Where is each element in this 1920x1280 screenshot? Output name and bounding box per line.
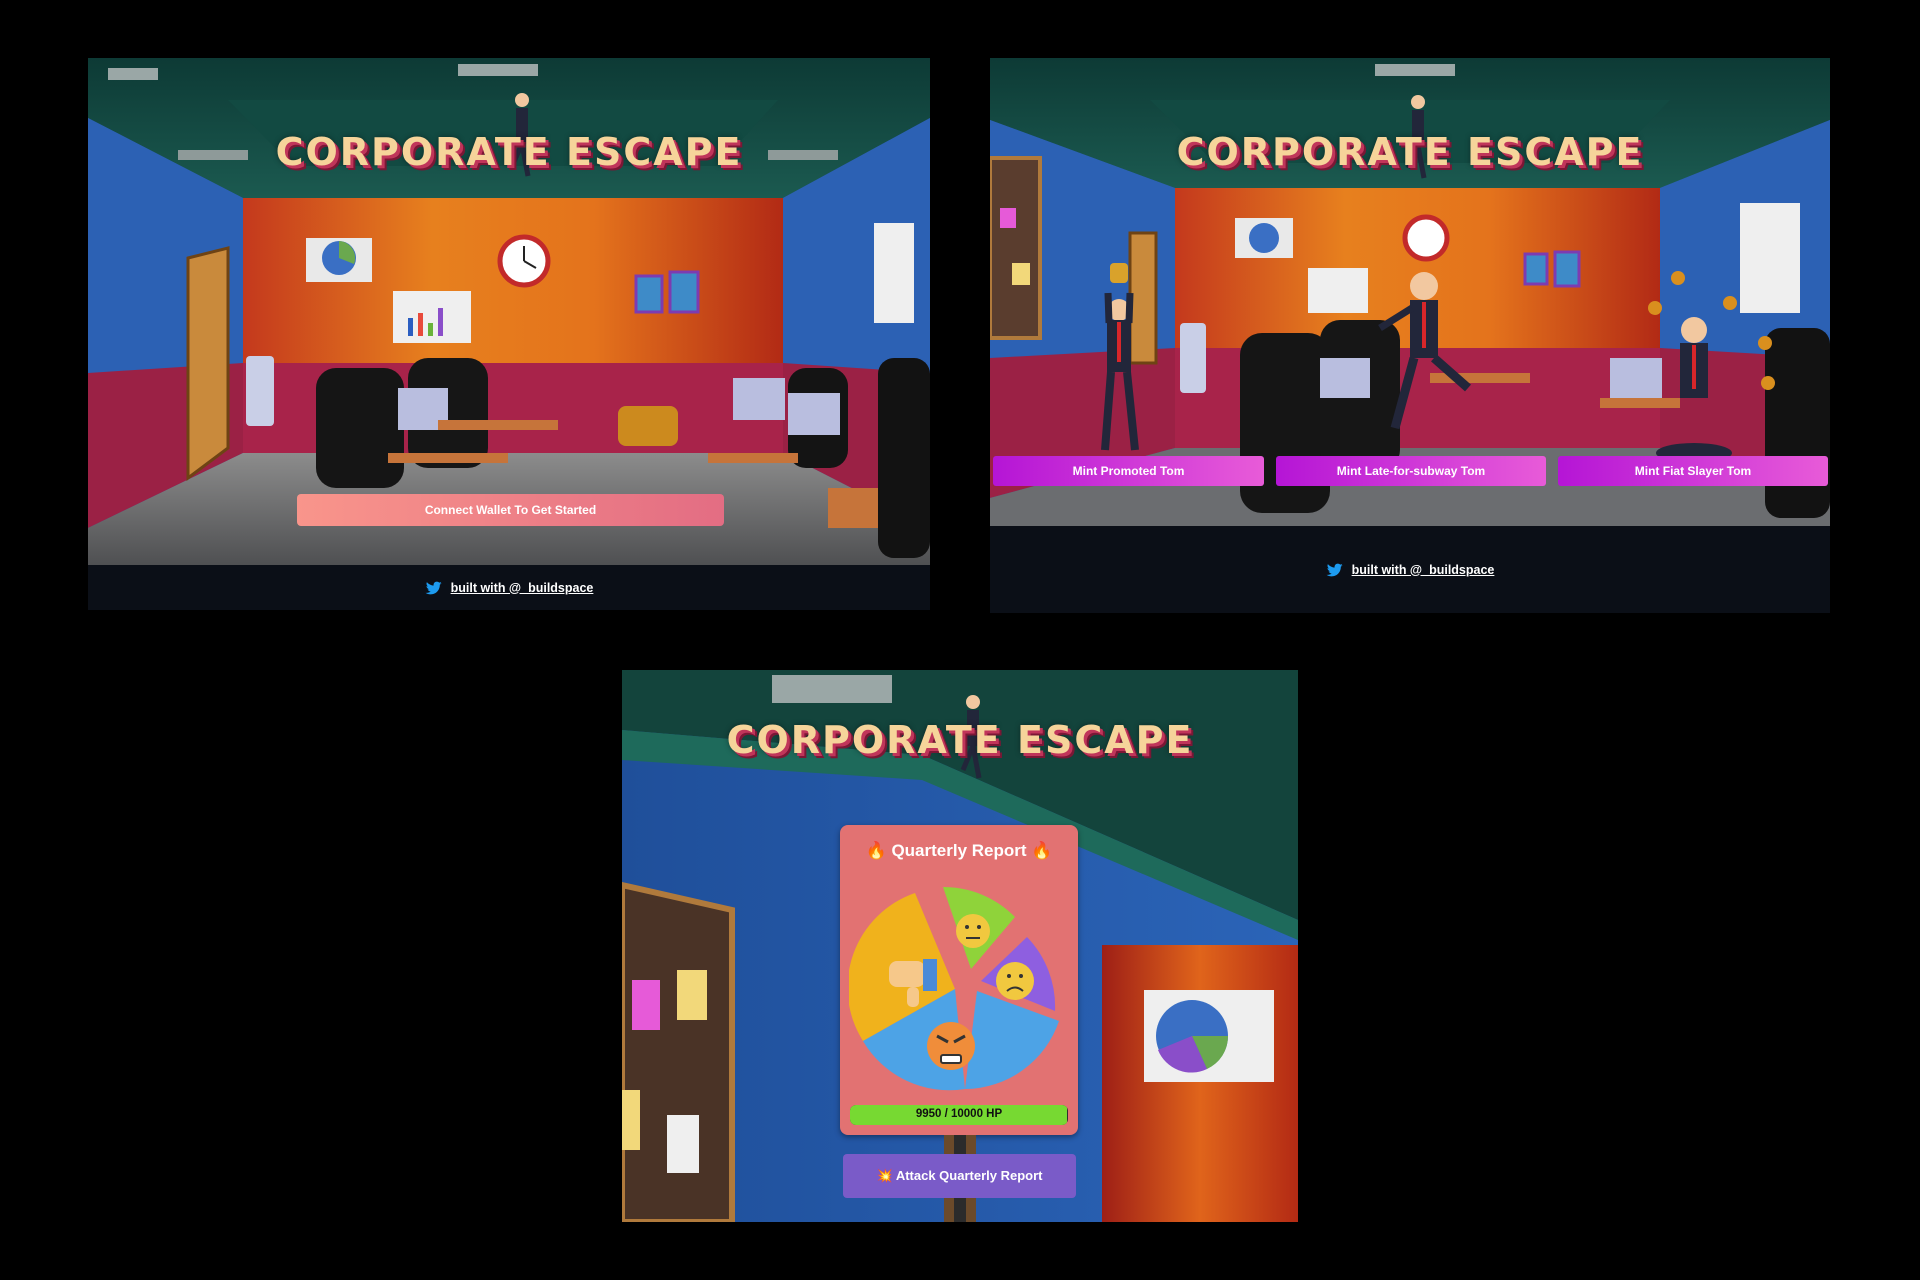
office-scene: CORPORATE ESCAPE 🔥 Quarterly Report 🔥 99… — [622, 670, 1298, 1222]
quarterly-report-pie-image — [849, 886, 1059, 1091]
neutral-face-icon — [956, 914, 990, 948]
game-title: CORPORATE ESCAPE — [275, 130, 743, 174]
screen-connect-wallet: CORPORATE ESCAPE Connect Wallet To Get S… — [88, 58, 930, 610]
connect-wallet-button[interactable]: Connect Wallet To Get Started — [297, 494, 724, 526]
attack-boss-button[interactable]: 💥 Attack Quarterly Report — [843, 1154, 1076, 1198]
screen-mint-character: CORPORATE ESCAPE Mint Promoted Tom Mint … — [990, 58, 1830, 613]
angry-face-icon — [927, 1022, 975, 1070]
boss-card: 🔥 Quarterly Report 🔥 9950 / 10000 HP — [840, 825, 1078, 1135]
mint-late-for-subway-tom-button[interactable]: Mint Late-for-subway Tom — [1276, 456, 1546, 486]
twitter-icon — [1326, 563, 1343, 576]
mint-promoted-tom-button[interactable]: Mint Promoted Tom — [993, 456, 1264, 486]
screen-boss-arena: CORPORATE ESCAPE 🔥 Quarterly Report 🔥 99… — [622, 670, 1298, 1222]
hp-bar: 9950 / 10000 HP — [850, 1105, 1068, 1125]
office-scene: CORPORATE ESCAPE Connect Wallet To Get S… — [88, 58, 930, 565]
footer: built with @_buildspace — [990, 526, 1830, 613]
office-scene: CORPORATE ESCAPE Mint Promoted Tom Mint … — [990, 58, 1830, 526]
twitter-icon — [425, 581, 442, 594]
hp-text: 9950 / 10000 HP — [915, 1108, 1003, 1120]
game-title: CORPORATE ESCAPE — [726, 718, 1194, 762]
game-title: CORPORATE ESCAPE — [1176, 130, 1644, 174]
boss-name: 🔥 Quarterly Report 🔥 — [865, 841, 1053, 860]
mint-fiat-slayer-tom-button[interactable]: Mint Fiat Slayer Tom — [1558, 456, 1828, 486]
sad-face-icon — [996, 962, 1034, 1000]
buildspace-link[interactable]: built with @_buildspace — [1352, 563, 1495, 577]
footer: built with @_buildspace — [88, 565, 930, 610]
buildspace-link[interactable]: built with @_buildspace — [451, 581, 594, 595]
